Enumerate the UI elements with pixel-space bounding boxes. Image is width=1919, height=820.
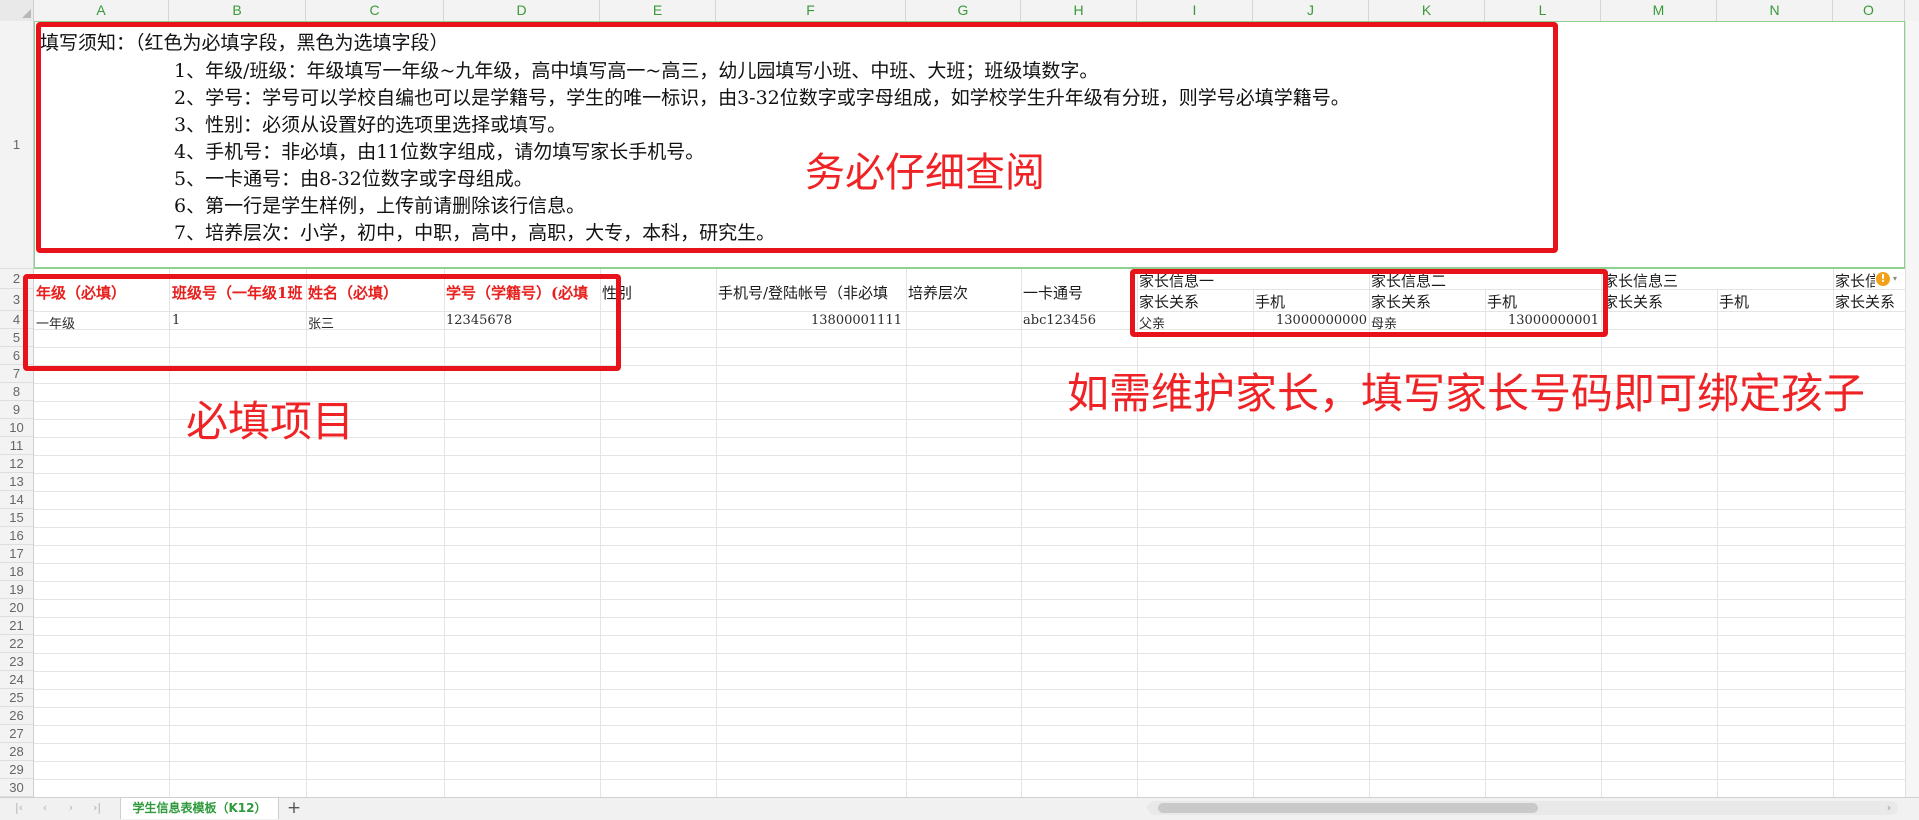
row-header-22[interactable]: 22 bbox=[0, 635, 33, 653]
column-header-d[interactable]: D bbox=[444, 0, 600, 21]
row-header-20[interactable]: 20 bbox=[0, 599, 33, 617]
column-header-i[interactable]: I bbox=[1137, 0, 1253, 21]
row-header-9[interactable]: 9 bbox=[0, 401, 33, 419]
column-header-a[interactable]: A bbox=[34, 0, 169, 21]
row-header-24[interactable]: 24 bbox=[0, 671, 33, 689]
column-header-c[interactable]: C bbox=[306, 0, 444, 21]
column-header-l[interactable]: L bbox=[1485, 0, 1601, 21]
prev-sheet-icon[interactable]: ‹ bbox=[36, 800, 54, 816]
last-sheet-icon[interactable]: ›| bbox=[88, 800, 106, 816]
row-header-10[interactable]: 10 bbox=[0, 419, 33, 437]
row-header-11[interactable]: 11 bbox=[0, 437, 33, 455]
column-header-n[interactable]: N bbox=[1717, 0, 1833, 21]
header-p4-relation[interactable]: 家长关系 bbox=[1835, 291, 1895, 312]
annotation-review: 务必仔细查阅 bbox=[805, 150, 1045, 196]
row-header-19[interactable]: 19 bbox=[0, 581, 33, 599]
column-header-g[interactable]: G bbox=[906, 0, 1021, 21]
row-header-13[interactable]: 13 bbox=[0, 473, 33, 491]
column-header-m[interactable]: M bbox=[1601, 0, 1717, 21]
annotation-parent-hint: 如需维护家长，填写家长号码即可绑定孩子 bbox=[1067, 369, 1866, 418]
sample-card[interactable]: abc123456 bbox=[1023, 313, 1096, 328]
scroll-right-icon[interactable]: › bbox=[1880, 800, 1898, 816]
header-parent-3[interactable]: 家长信息三 bbox=[1603, 270, 1678, 291]
row-header-27[interactable]: 27 bbox=[0, 725, 33, 743]
row-header-30[interactable]: 30 bbox=[0, 779, 33, 797]
vertical-scrollbar[interactable] bbox=[1905, 21, 1919, 797]
notice-highlight-box bbox=[36, 22, 1558, 253]
add-sheet-button[interactable]: + bbox=[284, 798, 304, 818]
sample-phone[interactable]: 13800001111 bbox=[718, 313, 902, 328]
first-sheet-icon[interactable]: |‹ bbox=[10, 800, 28, 816]
horizontal-scroll-thumb[interactable] bbox=[1158, 803, 1538, 813]
dropdown-arrow-icon[interactable]: ▾ bbox=[1893, 272, 1903, 286]
row-header-26[interactable]: 26 bbox=[0, 707, 33, 725]
header-parent-4[interactable]: 家长信 bbox=[1835, 270, 1875, 291]
row-header-17[interactable]: 17 bbox=[0, 545, 33, 563]
warning-icon[interactable]: ! bbox=[1876, 272, 1890, 286]
row-header-8[interactable]: 8 bbox=[0, 383, 33, 401]
column-header-f[interactable]: F bbox=[716, 0, 906, 21]
header-card[interactable]: 一卡通号 bbox=[1023, 282, 1083, 303]
row-header-12[interactable]: 12 bbox=[0, 455, 33, 473]
row-header-25[interactable]: 25 bbox=[0, 689, 33, 707]
column-header-j[interactable]: J bbox=[1253, 0, 1369, 21]
column-header-e[interactable]: E bbox=[600, 0, 716, 21]
select-all-triangle-icon bbox=[22, 9, 31, 18]
parent-info-highlight-box bbox=[1130, 269, 1608, 337]
row-header-1[interactable]: 1 bbox=[0, 21, 33, 269]
required-fields-highlight-box bbox=[23, 274, 621, 371]
row-header-28[interactable]: 28 bbox=[0, 743, 33, 761]
row-header-15[interactable]: 15 bbox=[0, 509, 33, 527]
column-header-h[interactable]: H bbox=[1021, 0, 1137, 21]
row-header-21[interactable]: 21 bbox=[0, 617, 33, 635]
header-p3-relation[interactable]: 家长关系 bbox=[1603, 291, 1663, 312]
row-header-29[interactable]: 29 bbox=[0, 761, 33, 779]
column-header-k[interactable]: K bbox=[1369, 0, 1485, 21]
header-level[interactable]: 培养层次 bbox=[908, 282, 968, 303]
row-header-16[interactable]: 16 bbox=[0, 527, 33, 545]
column-header-b[interactable]: B bbox=[169, 0, 306, 21]
column-header-o[interactable]: O bbox=[1833, 0, 1905, 21]
header-p3-mobile[interactable]: 手机 bbox=[1719, 291, 1749, 312]
row-header-14[interactable]: 14 bbox=[0, 491, 33, 509]
row-header-23[interactable]: 23 bbox=[0, 653, 33, 671]
next-sheet-icon[interactable]: › bbox=[62, 800, 80, 816]
row-header-18[interactable]: 18 bbox=[0, 563, 33, 581]
header-phone[interactable]: 手机号/登陆帐号（非必填 bbox=[718, 282, 904, 303]
sheet-tab-active[interactable]: 学生信息表模板（K12） bbox=[120, 798, 279, 819]
annotation-required: 必填项目 bbox=[186, 397, 355, 446]
